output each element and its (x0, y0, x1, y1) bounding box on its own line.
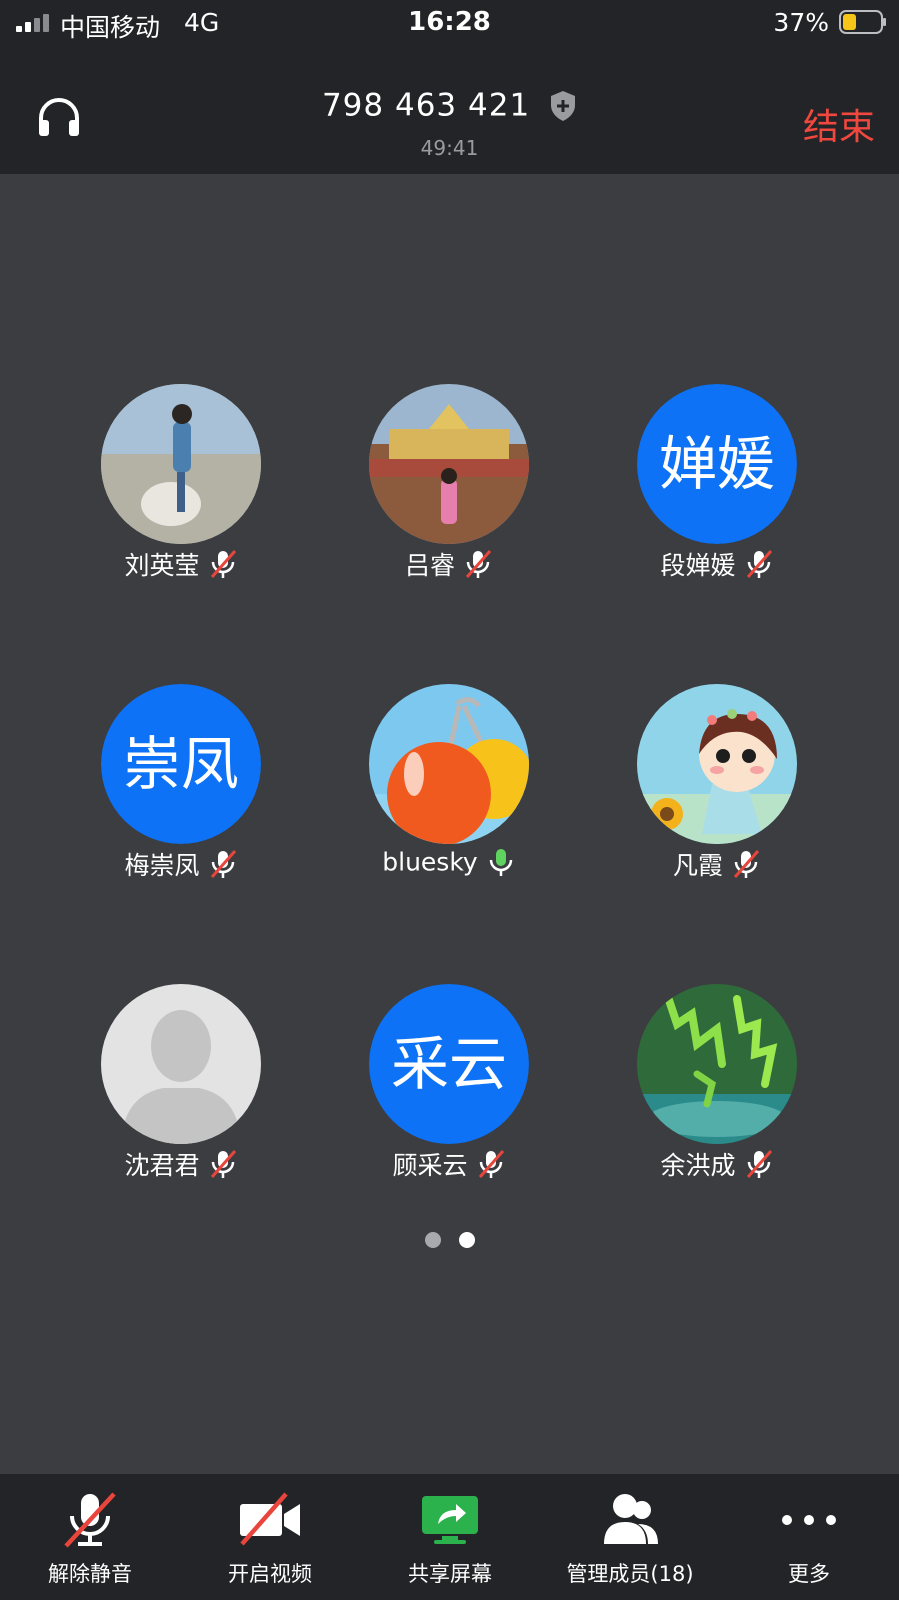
mic-muted-icon (733, 850, 760, 878)
participant-name-row: 梅崇凤 (51, 846, 311, 882)
avatar (369, 684, 529, 844)
avatar-initials: 崇凤 (101, 684, 261, 844)
mic-muted-icon (210, 550, 236, 578)
avatar (637, 984, 797, 1144)
meeting-duration: 49:41 (420, 136, 479, 160)
avatar (369, 384, 529, 544)
participant-name: 刘英莹 (124, 551, 200, 580)
participant-name: 吕睿 (404, 551, 455, 580)
participant-name-row: bluesky (319, 846, 579, 878)
battery-percent: 37% (773, 8, 829, 37)
share-screen-icon (422, 1496, 478, 1544)
meeting-id-row[interactable]: 798 463 421 (0, 86, 899, 124)
mic-active-icon (489, 849, 512, 876)
participant-name: 段婵媛 (660, 551, 736, 580)
participant-name-row: 余洪成 (587, 1146, 847, 1182)
avatar-initials: 采云 (369, 984, 529, 1144)
more-label: 更多 (788, 1562, 830, 1586)
more-icon (782, 1515, 836, 1525)
avatar (637, 684, 797, 844)
page-indicator[interactable] (0, 1232, 899, 1252)
participant-name: 余洪成 (660, 1151, 736, 1180)
avatar-initials: 婵媛 (637, 384, 797, 544)
avatar (101, 984, 261, 1144)
participant-name: 沈君君 (124, 1151, 200, 1180)
avatar: 婵媛 (637, 384, 797, 544)
avatar (101, 384, 261, 544)
mic-muted-icon (746, 1150, 772, 1178)
participant-name: 顾采云 (392, 1151, 468, 1180)
share-screen-button[interactable]: 共享屏幕 (360, 1474, 540, 1600)
status-bar: 中国移动 4G 16:28 37% (0, 0, 899, 46)
battery-icon (839, 10, 886, 34)
participant-name-row: 顾采云 (319, 1146, 579, 1182)
meeting-header: 798 463 421 49:41 结束 (0, 46, 899, 174)
participant-name-row: 吕睿 (319, 546, 579, 582)
mic-muted-icon (210, 1150, 236, 1178)
manage-members-button[interactable]: 管理成员(18) (540, 1474, 720, 1600)
mic-muted-icon (746, 550, 772, 578)
participant-name-row: 刘英莹 (51, 546, 311, 582)
share-screen-label: 共享屏幕 (408, 1562, 492, 1586)
participant-name: 凡霞 (672, 851, 723, 880)
participant-name-row: 段婵媛 (587, 546, 847, 582)
mic-muted-icon (465, 550, 492, 578)
unmute-button[interactable]: 解除静音 (0, 1474, 180, 1600)
mic-muted-icon (210, 850, 236, 878)
unmute-label: 解除静音 (48, 1562, 132, 1586)
status-time: 16:28 (408, 7, 491, 37)
mic-muted-icon (478, 1150, 504, 1178)
video-off-icon (240, 1492, 300, 1546)
mic-muted-icon (64, 1492, 116, 1548)
page-dot[interactable] (424, 1232, 441, 1248)
more-button[interactable]: 更多 (719, 1474, 899, 1600)
participant-name: 梅崇凤 (124, 851, 200, 880)
shield-icon (551, 90, 576, 121)
participant-name: bluesky (382, 847, 478, 877)
page-dot-active[interactable] (458, 1232, 475, 1248)
manage-members-label: 管理成员(18) (566, 1562, 694, 1586)
meeting-id: 798 463 421 (321, 87, 531, 124)
bottom-toolbar: 解除静音 开启视频 共享屏幕 管理成员(18) 更多 (0, 1474, 899, 1600)
participant-name-row: 凡霞 (587, 846, 847, 882)
end-meeting-button[interactable]: 结束 (803, 98, 875, 150)
start-video-label: 开启视频 (228, 1562, 312, 1586)
avatar: 崇凤 (101, 684, 261, 844)
members-icon (604, 1494, 658, 1544)
start-video-button[interactable]: 开启视频 (180, 1474, 360, 1600)
avatar: 采云 (369, 984, 529, 1144)
participant-name-row: 沈君君 (51, 1146, 311, 1182)
